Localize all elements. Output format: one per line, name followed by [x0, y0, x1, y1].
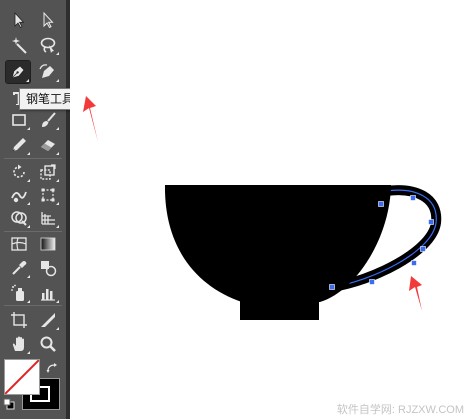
cup-base [240, 300, 319, 320]
annotation-arrow-tooltip [83, 96, 98, 142]
annotation-arrow-handle [409, 276, 422, 311]
anchor-point [369, 279, 375, 285]
watermark: 软件自学网: RJZXW.COM [336, 404, 464, 416]
anchor-point [410, 195, 416, 201]
illustrator-workspace: 钢笔工具 (P) 软件自学网: RJZXW.COM [0, 0, 470, 419]
anchor-point [378, 201, 384, 207]
anchor-point [411, 260, 417, 266]
anchor-point [420, 246, 426, 252]
anchor-point [329, 284, 335, 290]
artwork-layer [83, 96, 442, 320]
anchor-point [428, 219, 434, 225]
